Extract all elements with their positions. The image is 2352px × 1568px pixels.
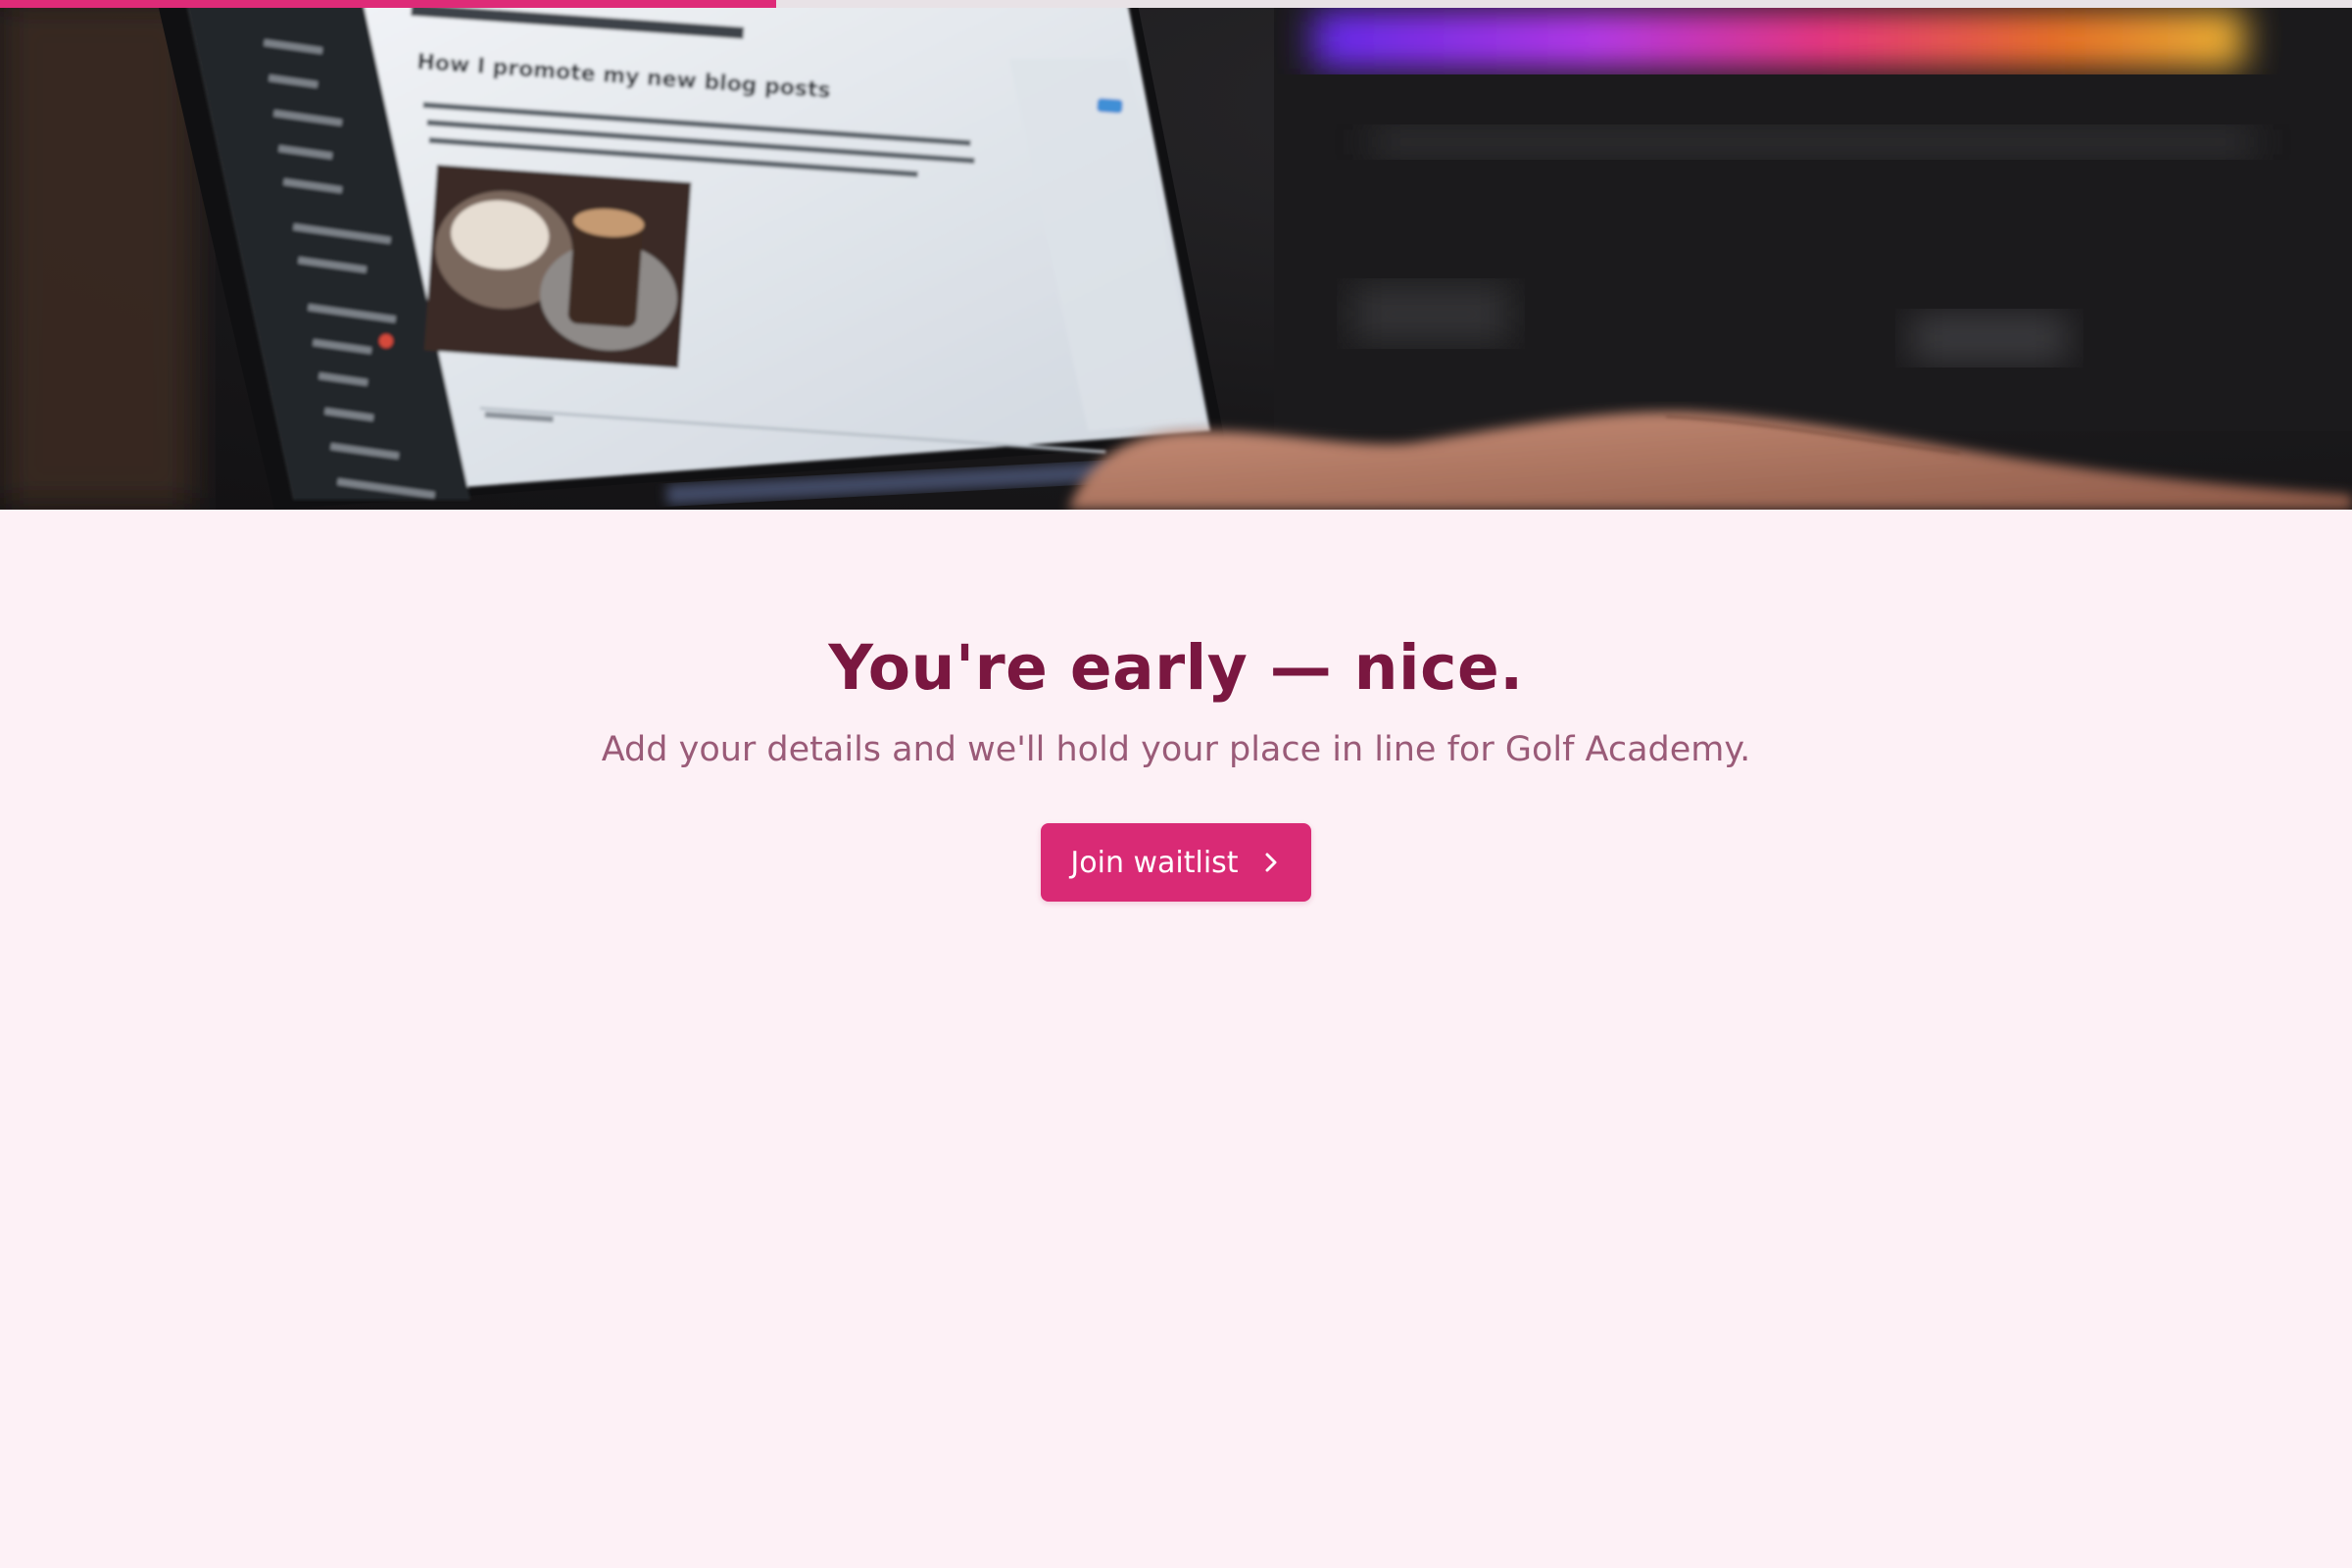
- progress-bar: [0, 0, 2352, 8]
- join-waitlist-button[interactable]: Join waitlist: [1041, 823, 1311, 902]
- hero-image: How I promote my new blog posts: [0, 0, 2352, 510]
- chevron-right-icon: [1260, 852, 1282, 873]
- join-waitlist-label: Join waitlist: [1070, 845, 1239, 880]
- page-title: You're early — nice.: [828, 632, 1524, 704]
- waitlist-page: How I promote my new blog posts You're e…: [0, 0, 2352, 1568]
- progress-fill: [0, 0, 776, 8]
- page-subtitle: Add your details and we'll hold your pla…: [601, 730, 1751, 769]
